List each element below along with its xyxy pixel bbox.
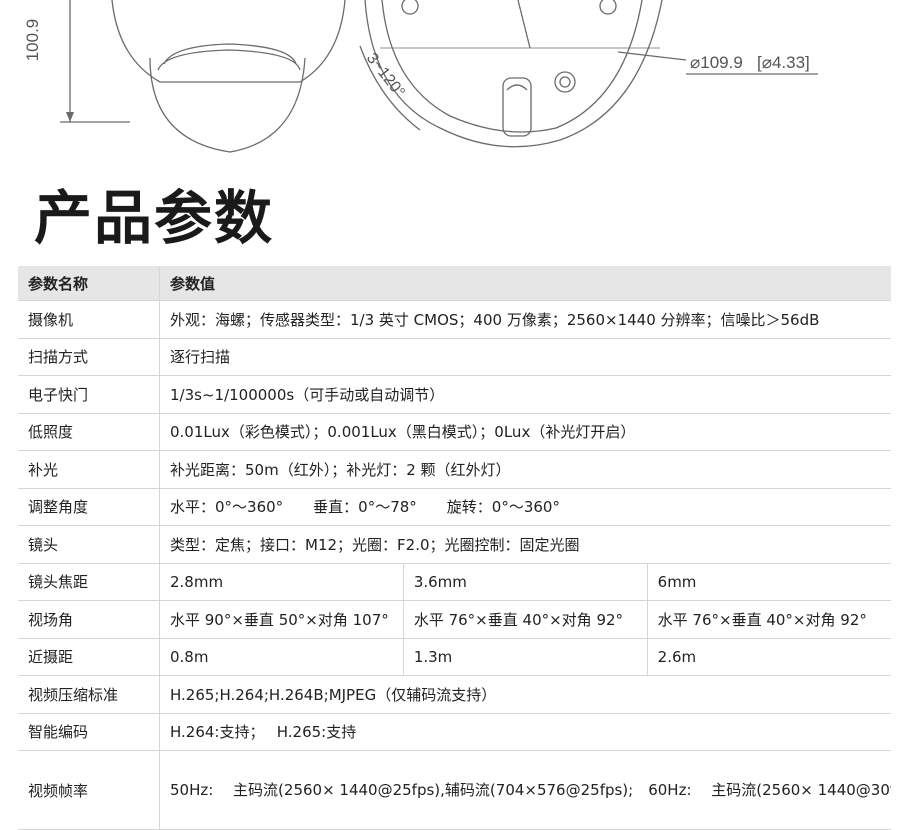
row-label: 镜头 [18, 525, 160, 564]
row-label: 电子快门 [18, 375, 160, 414]
row-label: 摄像机 [18, 300, 160, 339]
row-value: 外观：海螺；传感器类型：1/3 英寸 CMOS；400 万像素；2560×144… [159, 300, 891, 339]
table-row: 电子快门 1/3s~1/100000s（可手动或自动调节） [18, 375, 891, 414]
table-row: 视场角 水平 90°×垂直 50°×对角 107° 水平 76°×垂直 40°×… [18, 600, 891, 639]
dome-lens-outline [149, 57, 306, 153]
spec-table: 参数名称 参数值 摄像机 外观：海螺；传感器类型：1/3 英寸 CMOS；400… [18, 266, 891, 830]
tilt-range-label: 3~120° [363, 50, 408, 101]
table-row: 补光 补光距离：50m（红外）；补光灯：2 颗（红外灯） [18, 450, 891, 489]
row-value-col3: 6mm [647, 563, 891, 601]
lens-ring [157, 49, 301, 71]
header-value: 参数值 [159, 266, 891, 301]
table-row: 低照度 0.01Lux（彩色模式）；0.001Lux（黑白模式）；0Lux（补光… [18, 413, 891, 451]
table-row: 视频压缩标准 H.265;H.264;H.264B;MJPEG（仅辅码流支持） [18, 675, 891, 714]
header-name: 参数名称 [18, 266, 160, 301]
row-value: 50Hz: 主码流(2560× 1440@25fps),辅码流(704×576@… [159, 750, 891, 830]
row-value-col1: 2.8mm [159, 563, 404, 601]
row-value-col2: 3.6mm [403, 563, 648, 601]
row-value: 水平：0°～360° 垂直：0°～78° 旋转：0°～360° [159, 488, 891, 526]
row-label: 镜头焦距 [18, 563, 160, 601]
row-label: 调整角度 [18, 488, 160, 526]
lens-ring-inner [163, 43, 297, 65]
row-value: 1/3s~1/100000s（可手动或自动调节） [159, 375, 891, 414]
row-label: 补光 [18, 450, 160, 489]
table-header-row: 参数名称 参数值 [18, 266, 891, 301]
row-value-col2: 水平 76°×垂直 40°×对角 92° [403, 600, 648, 639]
row-value-col1: 水平 90°×垂直 50°×对角 107° [159, 600, 404, 639]
camera-dimension-drawing: 100.9 3~120° ⌀109.9 [⌀4.33] [23, 0, 818, 153]
row-label: 智能编码 [18, 713, 160, 751]
dome-side-outline [111, 0, 346, 83]
row-label: 扫描方式 [18, 338, 160, 376]
table-row: 镜头 类型：定焦；接口：M12；光圈：F2.0；光圈控制：固定光圈 [18, 525, 891, 564]
row-value: 类型：定焦；接口：M12；光圈：F2.0；光圈控制：固定光圈 [159, 525, 891, 564]
row-value-col3: 水平 76°×垂直 40°×对角 92° [647, 600, 891, 639]
table-row: 摄像机 外观：海螺；传感器类型：1/3 英寸 CMOS；400 万像素；2560… [18, 300, 891, 339]
base-inner-ring [381, 0, 643, 133]
row-value-col2: 1.3m [403, 638, 648, 676]
page-title: 产品参数 [34, 184, 275, 252]
row-value: H.264:支持； H.265:支持 [159, 713, 891, 751]
row-label: 近摄距 [18, 638, 160, 676]
table-row: 视频帧率 50Hz: 主码流(2560× 1440@25fps),辅码流(704… [18, 750, 891, 830]
row-value-col3: 2.6m [647, 638, 891, 676]
table-row: 调整角度 水平：0°～360° 垂直：0°～78° 旋转：0°～360° [18, 488, 891, 526]
table-row: 扫描方式 逐行扫描 [18, 338, 891, 376]
height-dimension-label: 100.9 [23, 19, 42, 62]
row-value-col1: 0.8m [159, 638, 404, 676]
table-row: 近摄距 0.8m 1.3m 2.6m [18, 638, 891, 676]
screw-hole-right [599, 0, 617, 15]
row-value: 0.01Lux（彩色模式）；0.001Lux（黑白模式）；0Lux（补光灯开启） [159, 413, 891, 451]
screw-hole-left [401, 0, 419, 15]
row-value: 逐行扫描 [159, 338, 891, 376]
row-label: 低照度 [18, 413, 160, 451]
diameter-inch-label: [⌀4.33] [757, 53, 810, 72]
row-label: 视频压缩标准 [18, 675, 160, 714]
cable-outlet [502, 77, 532, 137]
table-row: 智能编码 H.264:支持； H.265:支持 [18, 713, 891, 751]
screw-hole-bottom [554, 71, 576, 93]
row-value: 补光距离：50m（红外）；补光灯：2 颗（红外灯） [159, 450, 891, 489]
table-row: 镜头焦距 2.8mm 3.6mm 6mm [18, 563, 891, 601]
row-label: 视场角 [18, 600, 160, 639]
row-value: H.265;H.264;H.264B;MJPEG（仅辅码流支持） [159, 675, 891, 714]
height-arrow [66, 112, 74, 122]
row-label: 视频帧率 [18, 750, 160, 830]
diameter-leader [617, 51, 687, 61]
diameter-label: ⌀109.9 [690, 53, 743, 72]
